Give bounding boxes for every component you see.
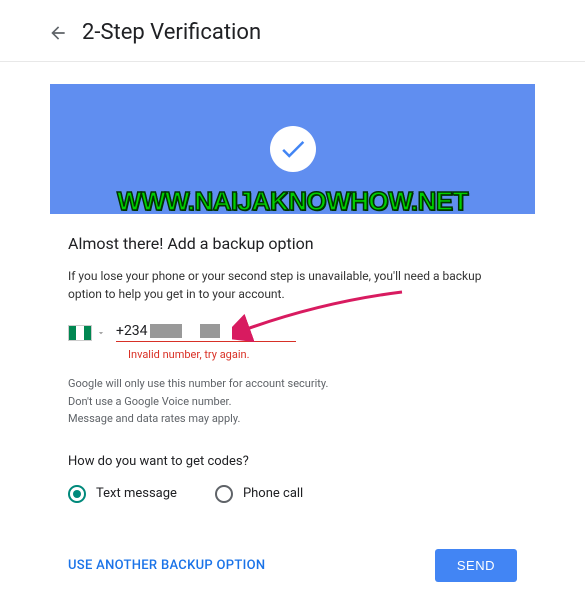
radio-label: Text message	[96, 486, 177, 501]
codes-question: How do you want to get codes?	[68, 454, 517, 469]
radio-phone-call[interactable]: Phone call	[215, 485, 303, 503]
radio-label: Phone call	[243, 486, 303, 501]
use-another-backup-link[interactable]: USE ANOTHER BACKUP OPTION	[68, 558, 265, 573]
card-body: Almost there! Add a backup option If you…	[50, 214, 535, 600]
section-title: Almost there! Add a backup option	[68, 234, 517, 253]
page-header: 2-Step Verification	[0, 0, 585, 62]
actions-row: USE ANOTHER BACKUP OPTION SEND	[68, 549, 517, 582]
send-button[interactable]: SEND	[435, 549, 517, 582]
radio-icon	[215, 485, 233, 503]
radio-text-message[interactable]: Text message	[68, 485, 177, 503]
error-message: Invalid number, try again.	[128, 348, 517, 361]
phone-input[interactable]: +234	[116, 323, 296, 342]
helper-line: Don't use a Google Voice number.	[68, 393, 517, 411]
country-selector[interactable]	[68, 323, 106, 342]
radio-group: Text message Phone call	[68, 485, 517, 503]
banner	[50, 84, 535, 214]
helper-text: Google will only use this number for acc…	[68, 375, 517, 428]
helper-line: Google will only use this number for acc…	[68, 375, 517, 393]
redacted-block	[150, 324, 182, 338]
checkmark-icon	[270, 126, 316, 172]
back-arrow-icon[interactable]	[48, 23, 68, 43]
chevron-down-icon	[96, 323, 106, 342]
page-title: 2-Step Verification	[82, 20, 261, 45]
phone-prefix: +234	[116, 323, 148, 339]
phone-row: +234	[68, 323, 517, 342]
redacted-block	[200, 324, 220, 338]
setup-card: Almost there! Add a backup option If you…	[50, 84, 535, 600]
flag-nigeria-icon	[68, 325, 92, 341]
helper-line: Message and data rates may apply.	[68, 410, 517, 428]
radio-icon	[68, 485, 86, 503]
section-description: If you lose your phone or your second st…	[68, 267, 517, 303]
